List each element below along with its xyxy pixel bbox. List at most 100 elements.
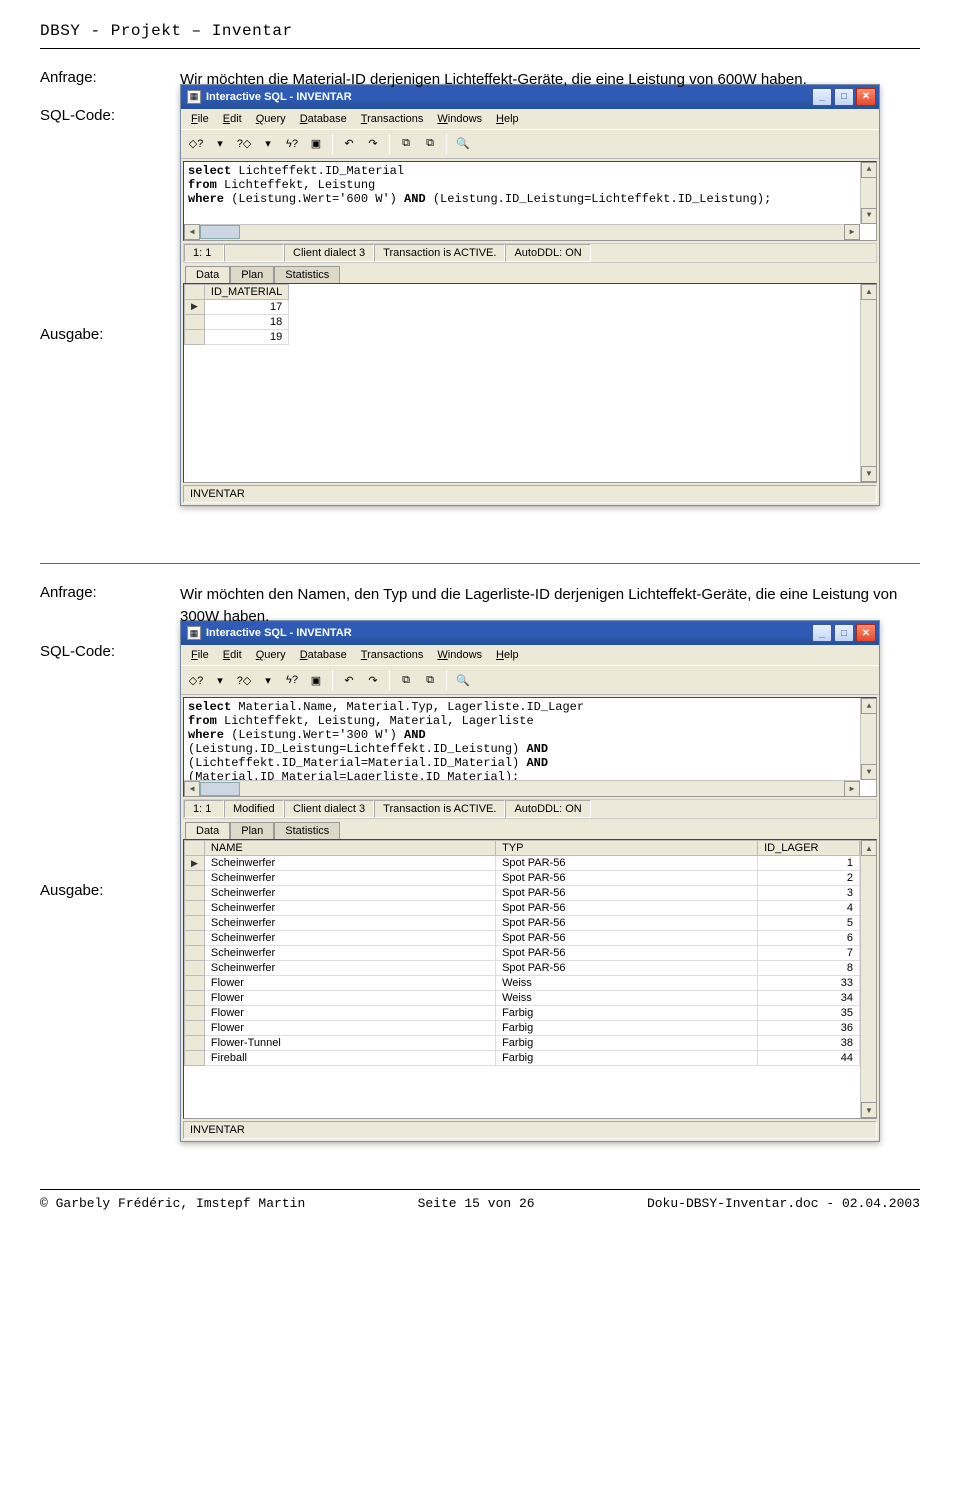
find-icon[interactable]: 🔍 — [452, 133, 474, 155]
minimize-button[interactable]: _ — [812, 88, 832, 106]
column-header[interactable]: NAME — [204, 841, 495, 856]
query-next-icon[interactable]: ?◇ — [233, 133, 255, 155]
paste-icon[interactable]: ⧉ — [419, 669, 441, 691]
copy-icon[interactable]: ⧉ — [395, 133, 417, 155]
cell[interactable]: Spot PAR-56 — [496, 871, 758, 886]
menu-transactions[interactable]: Transactions — [355, 111, 430, 127]
cell[interactable]: Scheinwerfer — [204, 886, 495, 901]
cell[interactable]: Flower — [204, 1006, 495, 1021]
menu-help[interactable]: Help — [490, 647, 525, 663]
cell[interactable]: Fireball — [204, 1051, 495, 1066]
copy-icon[interactable]: ⧉ — [395, 669, 417, 691]
grid-vscrollbar[interactable]: ▲ ▼ — [860, 840, 876, 1118]
cell[interactable]: Flower — [204, 976, 495, 991]
tab-plan[interactable]: Plan — [230, 266, 274, 284]
scroll-right-icon[interactable]: ▶ — [844, 224, 860, 240]
maximize-button[interactable]: □ — [834, 624, 854, 642]
cell[interactable]: 1 — [758, 856, 860, 871]
cell[interactable]: 38 — [758, 1036, 860, 1051]
cell[interactable]: Spot PAR-56 — [496, 886, 758, 901]
cell[interactable]: Scheinwerfer — [204, 871, 495, 886]
cell[interactable]: Flower — [204, 1021, 495, 1036]
cell[interactable]: Farbig — [496, 1006, 758, 1021]
cell[interactable]: Farbig — [496, 1036, 758, 1051]
menu-database[interactable]: Database — [294, 111, 353, 127]
cell[interactable]: Scheinwerfer — [204, 916, 495, 931]
result-grid[interactable]: ID_MATERIAL▶171819 ▲ ▼ — [183, 283, 877, 483]
stop-icon[interactable]: ▣ — [305, 669, 327, 691]
scroll-down-icon[interactable]: ▼ — [861, 466, 877, 482]
scroll-down-icon[interactable]: ▼ — [861, 1102, 877, 1118]
cell[interactable]: Flower — [204, 991, 495, 1006]
cell[interactable]: 36 — [758, 1021, 860, 1036]
vscrollbar[interactable]: ▲ ▼ — [860, 162, 876, 224]
cell[interactable]: 3 — [758, 886, 860, 901]
cell[interactable]: 34 — [758, 991, 860, 1006]
column-header[interactable]: ID_LAGER — [758, 841, 860, 856]
cell[interactable]: Scheinwerfer — [204, 946, 495, 961]
scroll-right-icon[interactable]: ▶ — [844, 781, 860, 797]
column-header[interactable]: TYP — [496, 841, 758, 856]
query-prev-icon[interactable]: ◇? — [185, 133, 207, 155]
menu-windows[interactable]: Windows — [431, 647, 488, 663]
hscrollbar[interactable]: ◀ ▶ — [184, 780, 860, 796]
undo-icon[interactable]: ↶ — [338, 133, 360, 155]
cell[interactable]: 4 — [758, 901, 860, 916]
menu-query[interactable]: Query — [250, 111, 292, 127]
cell[interactable]: Spot PAR-56 — [496, 916, 758, 931]
scroll-down-icon[interactable]: ▼ — [861, 208, 877, 224]
run-icon[interactable]: ϟ? — [281, 669, 303, 691]
dropdown-icon[interactable]: ▾ — [209, 133, 231, 155]
cell[interactable]: Scheinwerfer — [204, 856, 495, 871]
scroll-up-icon[interactable]: ▲ — [861, 698, 877, 714]
sql-editor[interactable]: select Lichteffekt.ID_Materialfrom Licht… — [183, 161, 877, 241]
cell[interactable]: 19 — [204, 329, 288, 344]
menu-database[interactable]: Database — [294, 647, 353, 663]
cell[interactable]: 18 — [204, 314, 288, 329]
dropdown-icon[interactable]: ▾ — [257, 133, 279, 155]
menu-help[interactable]: Help — [490, 111, 525, 127]
cell[interactable]: Scheinwerfer — [204, 961, 495, 976]
scroll-up-icon[interactable]: ▲ — [861, 840, 877, 856]
paste-icon[interactable]: ⧉ — [419, 133, 441, 155]
hscrollbar[interactable]: ◀ ▶ — [184, 224, 860, 240]
tab-plan[interactable]: Plan — [230, 822, 274, 840]
tab-statistics[interactable]: Statistics — [274, 266, 340, 284]
column-header[interactable]: ID_MATERIAL — [204, 284, 288, 299]
grid-vscrollbar[interactable]: ▲ ▼ — [860, 284, 876, 482]
dropdown-icon[interactable]: ▾ — [257, 669, 279, 691]
close-button[interactable]: ✕ — [856, 624, 876, 642]
scroll-left-icon[interactable]: ◀ — [184, 781, 200, 797]
cell[interactable]: 2 — [758, 871, 860, 886]
cell[interactable]: Spot PAR-56 — [496, 946, 758, 961]
cell[interactable]: 5 — [758, 916, 860, 931]
menu-file[interactable]: File — [185, 111, 215, 127]
maximize-button[interactable]: □ — [834, 88, 854, 106]
scroll-down-icon[interactable]: ▼ — [861, 764, 877, 780]
run-icon[interactable]: ϟ? — [281, 133, 303, 155]
sql-editor[interactable]: select Material.Name, Material.Typ, Lage… — [183, 697, 877, 797]
close-button[interactable]: ✕ — [856, 88, 876, 106]
tab-data[interactable]: Data — [185, 822, 230, 840]
query-prev-icon[interactable]: ◇? — [185, 669, 207, 691]
menu-query[interactable]: Query — [250, 647, 292, 663]
cell[interactable]: Spot PAR-56 — [496, 931, 758, 946]
menu-file[interactable]: File — [185, 647, 215, 663]
scroll-left-icon[interactable]: ◀ — [184, 224, 200, 240]
cell[interactable]: 44 — [758, 1051, 860, 1066]
cell[interactable]: Farbig — [496, 1021, 758, 1036]
cell[interactable]: 17 — [204, 299, 288, 314]
minimize-button[interactable]: _ — [812, 624, 832, 642]
cell[interactable]: Weiss — [496, 976, 758, 991]
vscrollbar[interactable]: ▲ ▼ — [860, 698, 876, 780]
undo-icon[interactable]: ↶ — [338, 669, 360, 691]
query-next-icon[interactable]: ?◇ — [233, 669, 255, 691]
scroll-up-icon[interactable]: ▲ — [861, 162, 877, 178]
tab-statistics[interactable]: Statistics — [274, 822, 340, 840]
cell[interactable]: 6 — [758, 931, 860, 946]
cell[interactable]: Scheinwerfer — [204, 901, 495, 916]
cell[interactable]: 8 — [758, 961, 860, 976]
cell[interactable]: 33 — [758, 976, 860, 991]
result-grid[interactable]: NAMETYPID_LAGER▶ScheinwerferSpot PAR-561… — [183, 839, 877, 1119]
cell[interactable]: Spot PAR-56 — [496, 961, 758, 976]
